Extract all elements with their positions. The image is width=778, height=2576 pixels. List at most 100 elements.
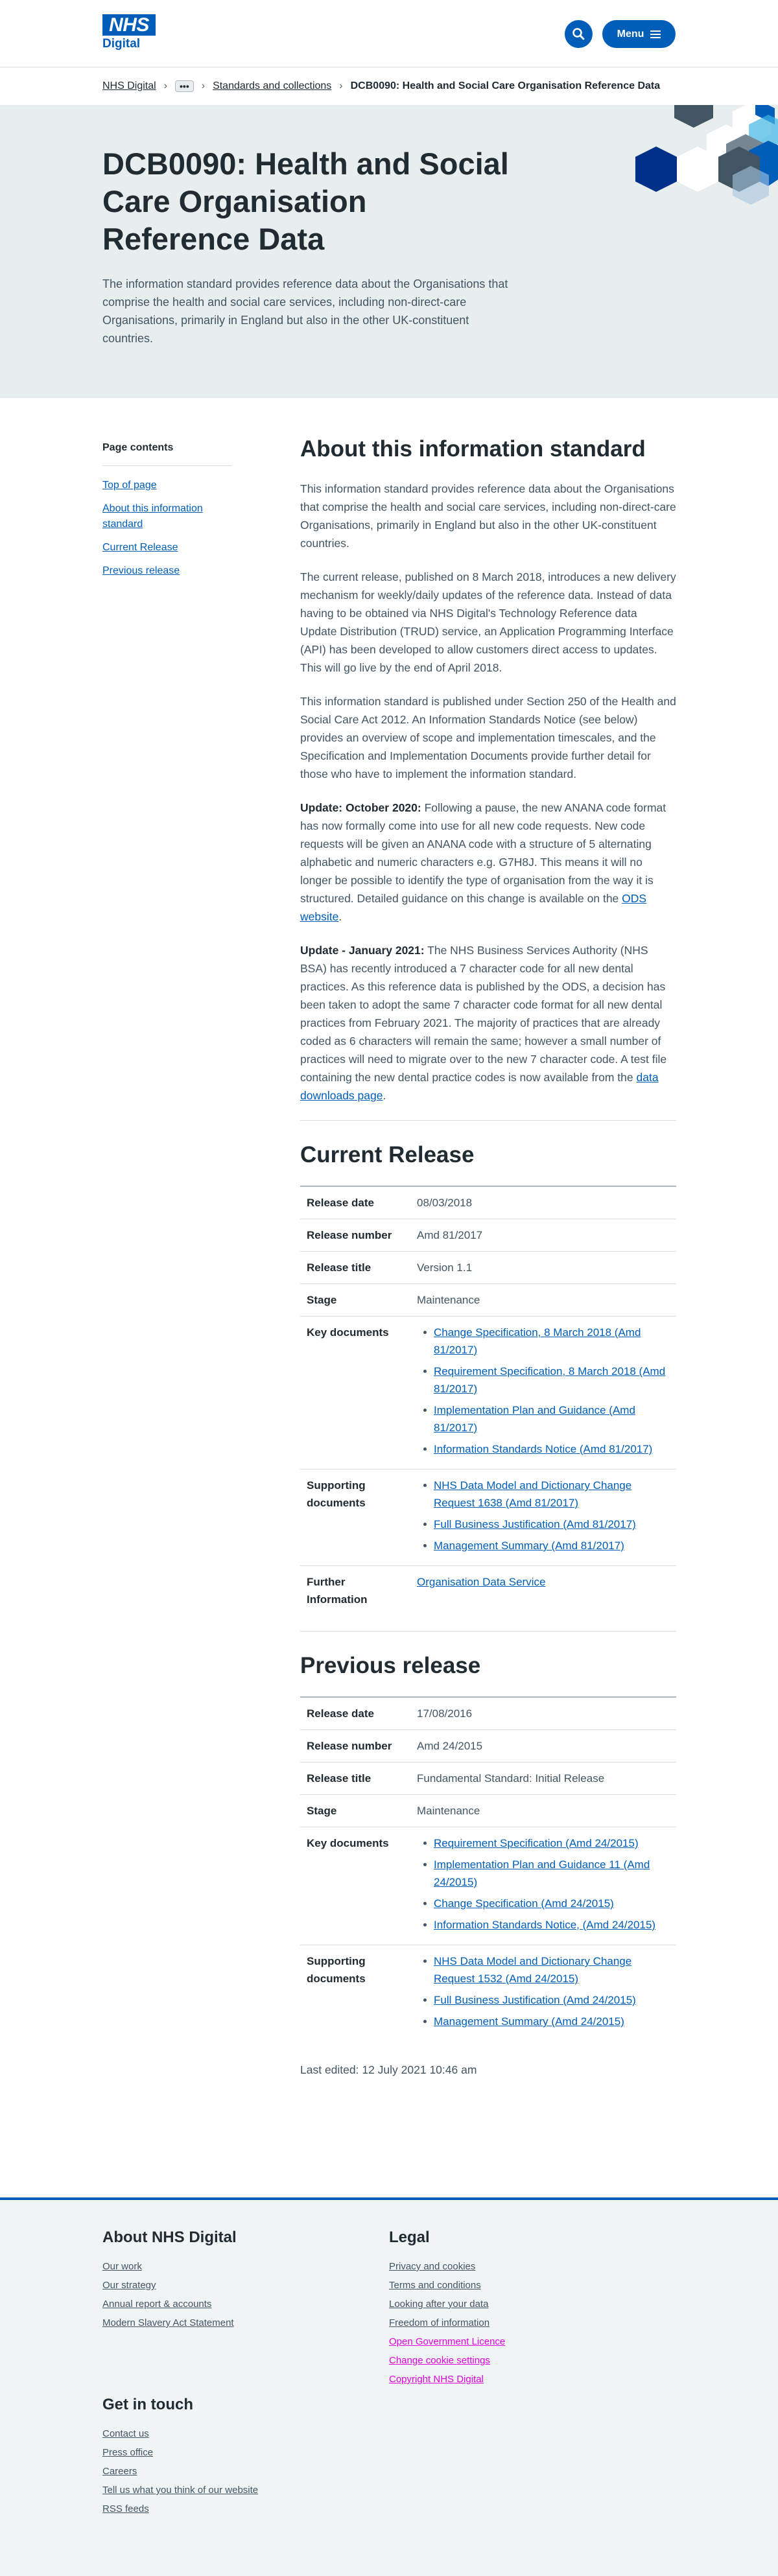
- footer-link[interactable]: Contact us: [102, 2428, 149, 2440]
- table-row: Release date 08/03/2018: [300, 1186, 676, 1219]
- footer-link[interactable]: Looking after your data: [389, 2299, 488, 2310]
- row-label: Further Information: [300, 1565, 410, 1615]
- site-footer: About NHS Digital Our work Our strategy …: [0, 2197, 778, 2576]
- footer-about-column: About NHS Digital Our work Our strategy …: [102, 2229, 362, 2336]
- contents-link-top[interactable]: Top of page: [102, 478, 232, 493]
- row-label: Key documents: [300, 1827, 410, 1945]
- list-item: Management Summary (Amd 81/2017): [417, 1537, 670, 1554]
- footer-link[interactable]: Privacy and cookies: [389, 2261, 475, 2273]
- footer-link[interactable]: Our work: [102, 2261, 142, 2273]
- release-number-value: Amd 81/2017: [410, 1219, 676, 1252]
- current-release-heading: Current Release: [300, 1142, 475, 1167]
- list-item: Full Business Justification (Amd 81/2017…: [417, 1516, 670, 1533]
- update-text-end: .: [338, 910, 342, 923]
- document-link[interactable]: NHS Data Model and Dictionary Change Req…: [434, 1955, 631, 1985]
- table-row: Stage Maintenance: [300, 1794, 676, 1827]
- breadcrumb-link-nhs-digital[interactable]: NHS Digital: [102, 80, 156, 92]
- footer-legal-column: Legal Privacy and cookies Terms and cond…: [389, 2229, 648, 2393]
- about-paragraph-2: The current release, published on 8 Marc…: [300, 570, 676, 674]
- search-button[interactable]: [565, 20, 593, 48]
- document-link[interactable]: Change Specification, 8 March 2018 (Amd …: [434, 1326, 641, 1356]
- document-link[interactable]: Requirement Specification, 8 March 2018 …: [434, 1365, 665, 1395]
- update-text-end: .: [383, 1089, 386, 1102]
- page-summary: The information standard provides refere…: [102, 277, 508, 345]
- footer-link[interactable]: Freedom of information: [389, 2317, 489, 2329]
- update-text: Following a pause, the new ANANA code fo…: [300, 801, 666, 905]
- list-item: NHS Data Model and Dictionary Change Req…: [417, 1477, 670, 1512]
- document-link[interactable]: Management Summary (Amd 24/2015): [434, 2015, 624, 2028]
- previous-release-table: Release date 17/08/2016 Release number A…: [300, 1696, 676, 2041]
- divider: [300, 1631, 676, 1632]
- contents-link-about[interactable]: About this information standard: [102, 501, 232, 532]
- footer-contact-heading: Get in touch: [102, 2396, 193, 2413]
- document-link[interactable]: Implementation Plan and Guidance (Amd 81…: [434, 1404, 635, 1434]
- organisation-data-service-link[interactable]: Organisation Data Service: [417, 1576, 545, 1588]
- row-label: Supporting documents: [300, 1945, 410, 2041]
- document-link[interactable]: Full Business Justification (Amd 81/2017…: [434, 1518, 636, 1530]
- table-row: Release title Version 1.1: [300, 1251, 676, 1284]
- supporting-documents-list: NHS Data Model and Dictionary Change Req…: [417, 1477, 670, 1554]
- footer-link[interactable]: Open Government Licence: [389, 2336, 505, 2348]
- document-link[interactable]: Information Standards Notice, (Amd 24/20…: [434, 1919, 655, 1931]
- release-date-value: 08/03/2018: [410, 1186, 676, 1219]
- document-link[interactable]: Requirement Specification (Amd 24/2015): [434, 1837, 639, 1849]
- release-title-value: Fundamental Standard: Initial Release: [410, 1762, 676, 1795]
- row-label: Release title: [300, 1762, 410, 1795]
- footer-link[interactable]: Our strategy: [102, 2280, 156, 2291]
- document-link[interactable]: NHS Data Model and Dictionary Change Req…: [434, 1479, 631, 1509]
- table-row: Supporting documents NHS Data Model and …: [300, 1945, 676, 2041]
- document-link[interactable]: Full Business Justification (Amd 24/2015…: [434, 1994, 636, 2006]
- row-label: Release number: [300, 1219, 410, 1252]
- footer-link[interactable]: Press office: [102, 2447, 153, 2459]
- breadcrumb-expand-button[interactable]: •••: [175, 80, 194, 92]
- breadcrumb: NHS Digital › ••• › Standards and collec…: [0, 67, 778, 105]
- supporting-documents-list: NHS Data Model and Dictionary Change Req…: [417, 1952, 670, 2030]
- page-contents-nav: Page contents Top of page About this inf…: [102, 442, 232, 587]
- nhs-logo-mark: NHS: [102, 14, 156, 36]
- row-label: Supporting documents: [300, 1469, 410, 1566]
- footer-link[interactable]: RSS feeds: [102, 2503, 149, 2515]
- row-label: Stage: [300, 1794, 410, 1827]
- breadcrumb-link-standards[interactable]: Standards and collections: [213, 80, 331, 92]
- table-row: Key documents Change Specification, 8 Ma…: [300, 1316, 676, 1469]
- about-heading: About this information standard: [300, 436, 646, 462]
- list-item: Information Standards Notice, (Amd 24/20…: [417, 1916, 670, 1934]
- document-link[interactable]: Change Specification (Amd 24/2015): [434, 1897, 614, 1910]
- footer-link[interactable]: Copyright NHS Digital: [389, 2374, 484, 2385]
- table-row: Release number Amd 81/2017: [300, 1219, 676, 1252]
- menu-button[interactable]: Menu: [602, 20, 676, 48]
- breadcrumb-current: DCB0090: Health and Social Care Organisa…: [350, 80, 661, 91]
- row-label: Release number: [300, 1729, 410, 1762]
- release-date-value: 17/08/2016: [410, 1696, 676, 1730]
- menu-label: Menu: [617, 28, 644, 40]
- contents-link-current-release[interactable]: Current Release: [102, 540, 232, 556]
- footer-legal-heading: Legal: [389, 2229, 430, 2246]
- contents-link-previous-release[interactable]: Previous release: [102, 563, 232, 579]
- chevron-right-icon: ›: [201, 80, 206, 91]
- list-item: Change Specification, 8 March 2018 (Amd …: [417, 1324, 670, 1359]
- chevron-right-icon: ›: [163, 80, 168, 91]
- footer-link[interactable]: Modern Slavery Act Statement: [102, 2317, 234, 2329]
- document-link[interactable]: Management Summary (Amd 81/2017): [434, 1540, 624, 1552]
- page-title: DCB0090: Health and Social Care Organisa…: [102, 146, 509, 256]
- document-link[interactable]: Implementation Plan and Guidance 11 (Amd…: [434, 1858, 650, 1888]
- nhs-digital-logo[interactable]: NHS Digital: [102, 14, 156, 51]
- footer-link[interactable]: Careers: [102, 2466, 137, 2477]
- stage-value: Maintenance: [410, 1283, 676, 1317]
- list-item: Implementation Plan and Guidance (Amd 81…: [417, 1401, 670, 1436]
- key-documents-cell: Change Specification, 8 March 2018 (Amd …: [410, 1316, 676, 1469]
- footer-link[interactable]: Annual report & accounts: [102, 2299, 211, 2310]
- hamburger-icon: [650, 30, 661, 38]
- supporting-documents-cell: NHS Data Model and Dictionary Change Req…: [410, 1945, 676, 2041]
- footer-link[interactable]: Terms and conditions: [389, 2280, 481, 2291]
- about-update-january-2021: Update - January 2021: The NHS Business …: [300, 941, 676, 1105]
- footer-link[interactable]: Tell us what you think of our website: [102, 2485, 258, 2496]
- stage-value: Maintenance: [410, 1794, 676, 1827]
- list-item: Change Specification (Amd 24/2015): [417, 1895, 670, 1912]
- key-documents-list: Change Specification, 8 March 2018 (Amd …: [417, 1324, 670, 1458]
- chevron-right-icon: ›: [339, 80, 343, 91]
- key-documents-cell: Requirement Specification (Amd 24/2015) …: [410, 1827, 676, 1945]
- footer-link[interactable]: Change cookie settings: [389, 2355, 490, 2367]
- document-link[interactable]: Information Standards Notice (Amd 81/201…: [434, 1443, 652, 1455]
- table-row: Release title Fundamental Standard: Init…: [300, 1762, 676, 1795]
